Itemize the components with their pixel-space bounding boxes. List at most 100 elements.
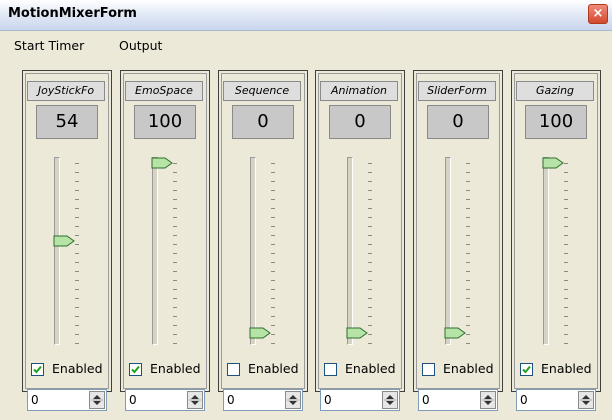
- slider-tick: [173, 208, 177, 209]
- spin-buttons[interactable]: [480, 391, 496, 409]
- slider-track[interactable]: [152, 157, 158, 345]
- slider-tick: [466, 208, 470, 209]
- slider-tick: [564, 190, 568, 191]
- enabled-checkbox[interactable]: [227, 363, 240, 376]
- panel-value-display: 0: [427, 105, 489, 139]
- slider-tick: [466, 181, 470, 182]
- numeric-value[interactable]: 0: [31, 393, 39, 407]
- enabled-checkbox[interactable]: [324, 363, 337, 376]
- check-icon: [33, 365, 42, 374]
- spin-arrows-icon[interactable]: [481, 392, 495, 408]
- slider-thumb[interactable]: [151, 157, 173, 169]
- slider-thumb[interactable]: [346, 327, 368, 339]
- close-icon[interactable]: ×: [588, 4, 608, 24]
- slider-track[interactable]: [543, 157, 549, 345]
- slider-tick: [368, 298, 372, 299]
- slider-tick: [75, 226, 79, 227]
- slider-thumb[interactable]: [53, 235, 75, 247]
- slider-tick: [271, 199, 275, 200]
- slider-tick: [466, 244, 470, 245]
- menu-output[interactable]: Output: [119, 38, 162, 53]
- slider-tick: [564, 289, 568, 290]
- spin-arrows-icon[interactable]: [579, 392, 593, 408]
- spin-buttons[interactable]: [89, 391, 105, 409]
- menu-bar: Start Timer Output: [0, 31, 612, 61]
- slider-tick: [271, 226, 275, 227]
- numeric-value[interactable]: 0: [129, 393, 137, 407]
- spin-buttons[interactable]: [382, 391, 398, 409]
- slider-tick: [271, 253, 275, 254]
- slider-tick: [173, 199, 177, 200]
- slider-tick: [75, 316, 79, 317]
- slider-tick: [368, 172, 372, 173]
- slider-tick: [271, 325, 275, 326]
- enabled-checkbox[interactable]: [520, 363, 533, 376]
- panel-1: EmoSpace 100 Enabled 0: [120, 70, 210, 411]
- slider-tick: [75, 307, 79, 308]
- panel-header: Sequence: [223, 81, 301, 101]
- slider-tick: [75, 172, 79, 173]
- slider-tick: [564, 163, 568, 164]
- numeric-value[interactable]: 0: [324, 393, 332, 407]
- slider-tick: [173, 163, 177, 164]
- slider-tick: [75, 190, 79, 191]
- slider-track[interactable]: [54, 157, 60, 345]
- slider-tick: [564, 271, 568, 272]
- numeric-value[interactable]: 0: [520, 393, 528, 407]
- slider-tick: [75, 262, 79, 263]
- spin-buttons[interactable]: [285, 391, 301, 409]
- spin-arrows-icon[interactable]: [383, 392, 397, 408]
- panel-value-display: 0: [232, 105, 294, 139]
- numeric-up-down[interactable]: 0: [516, 389, 596, 411]
- slider-thumb[interactable]: [444, 327, 466, 339]
- numeric-value[interactable]: 0: [422, 393, 430, 407]
- spin-arrows-icon[interactable]: [286, 392, 300, 408]
- slider-tick: [466, 307, 470, 308]
- panel-header: EmoSpace: [125, 81, 203, 101]
- menu-start-timer[interactable]: Start Timer: [14, 38, 84, 53]
- slider-tick: [368, 262, 372, 263]
- enabled-checkbox[interactable]: [31, 363, 44, 376]
- slider-tick: [173, 298, 177, 299]
- slider-tick: [368, 190, 372, 191]
- slider-track[interactable]: [445, 157, 451, 345]
- slider-tick: [271, 271, 275, 272]
- slider-tick: [271, 289, 275, 290]
- spin-buttons[interactable]: [187, 391, 203, 409]
- enabled-label: Enabled: [345, 361, 396, 376]
- slider-tick: [564, 181, 568, 182]
- numeric-up-down[interactable]: 0: [27, 389, 107, 411]
- panel-2: Sequence 0 Enabled 0: [218, 70, 308, 411]
- spin-buttons[interactable]: [578, 391, 594, 409]
- slider-tick: [368, 307, 372, 308]
- slider-thumb[interactable]: [249, 327, 271, 339]
- slider-tick: [75, 253, 79, 254]
- slider-track[interactable]: [250, 157, 256, 345]
- numeric-up-down[interactable]: 0: [418, 389, 498, 411]
- panel-value-display: 100: [525, 105, 587, 139]
- spin-arrows-icon[interactable]: [90, 392, 104, 408]
- slider-tick: [271, 172, 275, 173]
- numeric-up-down[interactable]: 0: [125, 389, 205, 411]
- slider-tick: [271, 298, 275, 299]
- enabled-checkbox[interactable]: [129, 363, 142, 376]
- slider-tick: [173, 307, 177, 308]
- slider-tick: [368, 334, 372, 335]
- slider-tick: [173, 235, 177, 236]
- numeric-value[interactable]: 0: [227, 393, 235, 407]
- title-bar[interactable]: MotionMixerForm ×: [0, 0, 612, 31]
- slider-thumb[interactable]: [542, 157, 564, 169]
- slider-tick: [271, 235, 275, 236]
- slider-tick: [466, 289, 470, 290]
- slider-track[interactable]: [347, 157, 353, 345]
- slider-tick: [466, 217, 470, 218]
- numeric-up-down[interactable]: 0: [223, 389, 303, 411]
- slider-tick: [368, 271, 372, 272]
- slider-tick: [75, 199, 79, 200]
- enabled-checkbox[interactable]: [422, 363, 435, 376]
- slider-tick: [173, 325, 177, 326]
- numeric-up-down[interactable]: 0: [320, 389, 400, 411]
- enabled-label: Enabled: [541, 361, 592, 376]
- spin-arrows-icon[interactable]: [188, 392, 202, 408]
- slider-tick: [564, 280, 568, 281]
